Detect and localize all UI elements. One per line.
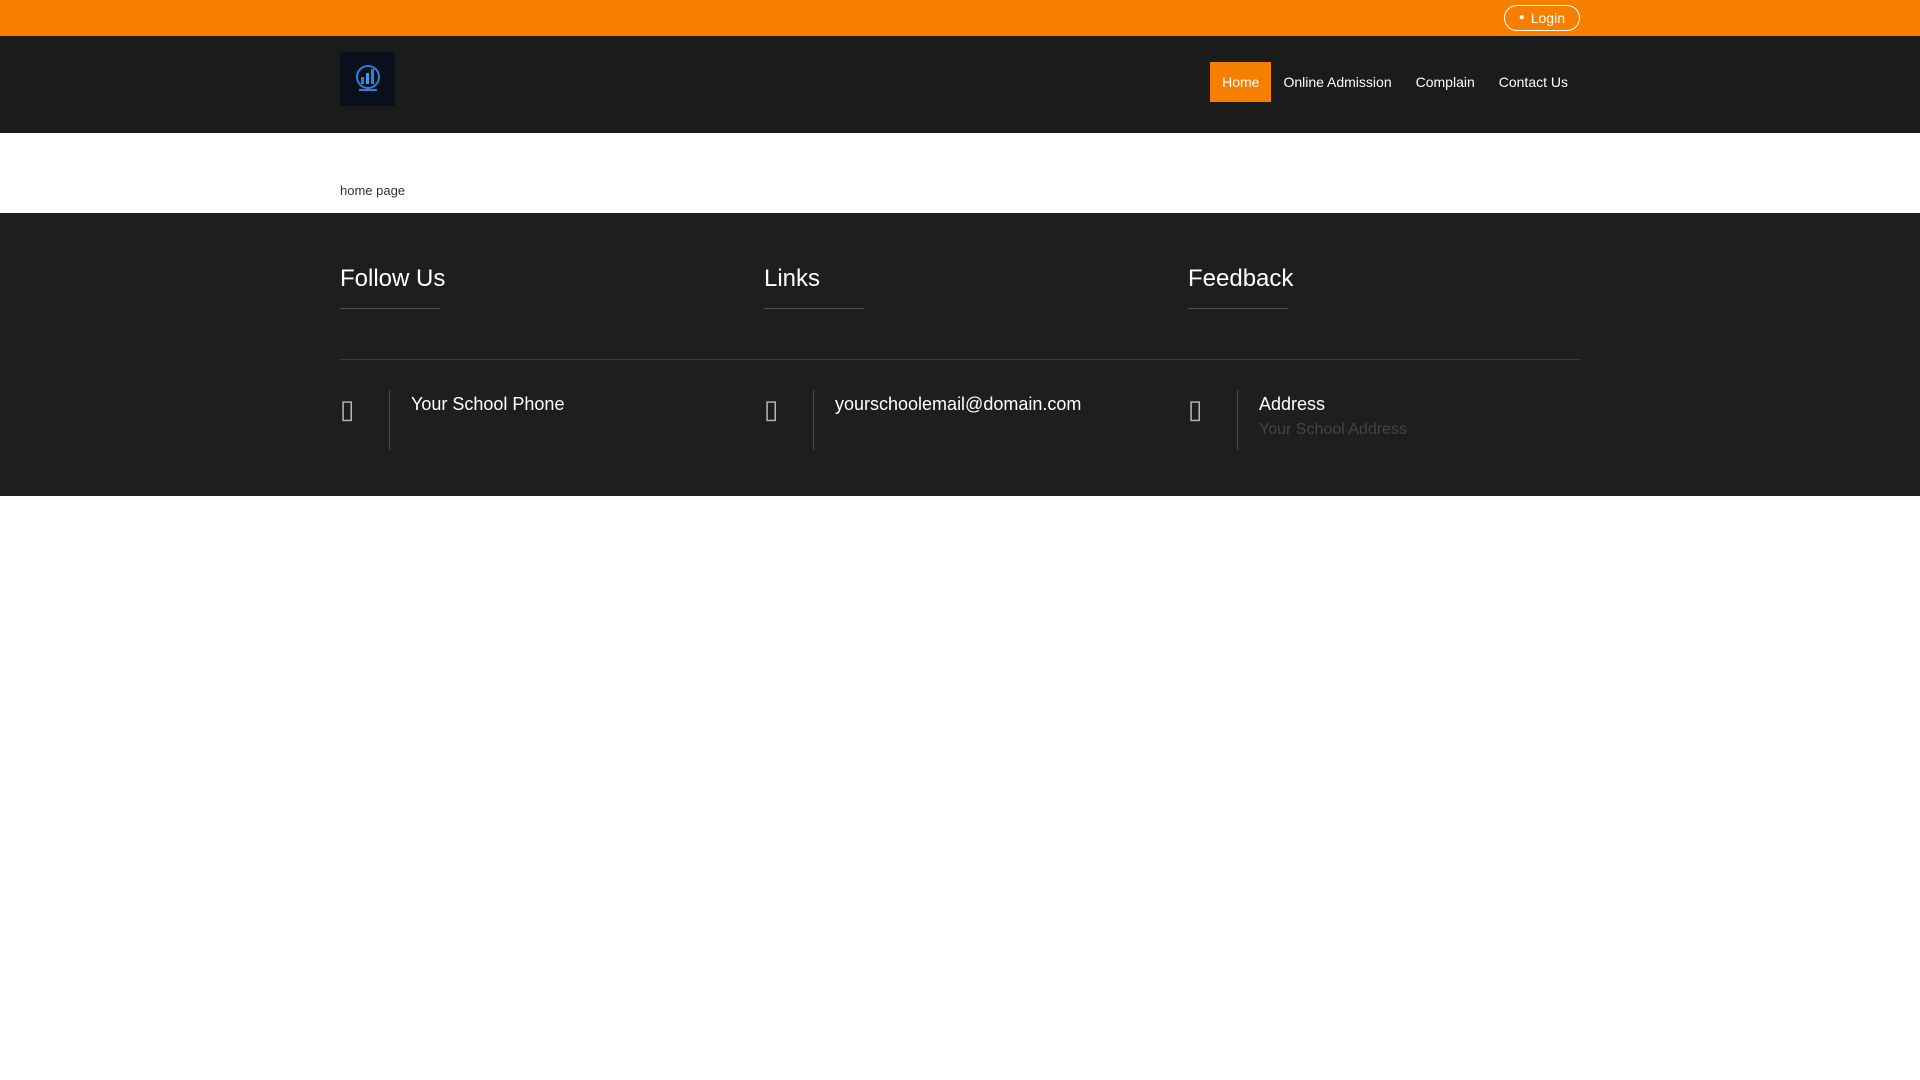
- login-button[interactable]: ● Login: [1503, 5, 1580, 31]
- bar-chart-logo-icon: [355, 65, 380, 91]
- contact-address-text: Your School Address: [1259, 421, 1407, 438]
- contact-address-title: Address: [1259, 394, 1326, 414]
- page-text: home page: [340, 183, 406, 198]
- contact-phone-text: Your School Phone: [411, 394, 565, 414]
- footer-divider: [340, 359, 1580, 360]
- contact-email: ▯ yourschoolemail@domain.com: [764, 390, 1188, 450]
- user-icon: ●: [1518, 12, 1525, 23]
- footer-heading-feedback: Feedback: [1188, 265, 1293, 309]
- footer-col-feedback: Feedback: [1188, 265, 1580, 309]
- nav-contact-us[interactable]: Contact Us: [1487, 62, 1580, 102]
- footer-col-follow: Follow Us: [340, 265, 764, 309]
- site-header: Home Online Admission Complain Contact U…: [0, 36, 1920, 133]
- footer-col-links: Links: [764, 265, 1188, 309]
- phone-icon: ▯: [340, 390, 390, 450]
- site-footer: Follow Us Links Feedback ▯ Your School P…: [0, 213, 1920, 496]
- main-nav: Home Online Admission Complain Contact U…: [1210, 62, 1580, 102]
- footer-heading-links: Links: [764, 265, 865, 309]
- nav-complain[interactable]: Complain: [1404, 62, 1487, 102]
- envelope-icon: ▯: [764, 390, 814, 450]
- nav-home[interactable]: Home: [1210, 62, 1272, 102]
- contact-phone: ▯ Your School Phone: [340, 390, 764, 450]
- footer-heading-follow-us: Follow Us: [340, 265, 445, 309]
- nav-online-admission[interactable]: Online Admission: [1271, 62, 1403, 102]
- contact-email-text[interactable]: yourschoolemail@domain.com: [835, 394, 1081, 415]
- login-label: Login: [1530, 10, 1565, 26]
- top-bar: ● Login: [0, 0, 1920, 36]
- main-content: home page: [0, 133, 1920, 213]
- map-marker-icon: ▯: [1188, 390, 1238, 450]
- school-logo[interactable]: [340, 52, 395, 106]
- contact-address: ▯ Address Your School Address: [1188, 390, 1580, 450]
